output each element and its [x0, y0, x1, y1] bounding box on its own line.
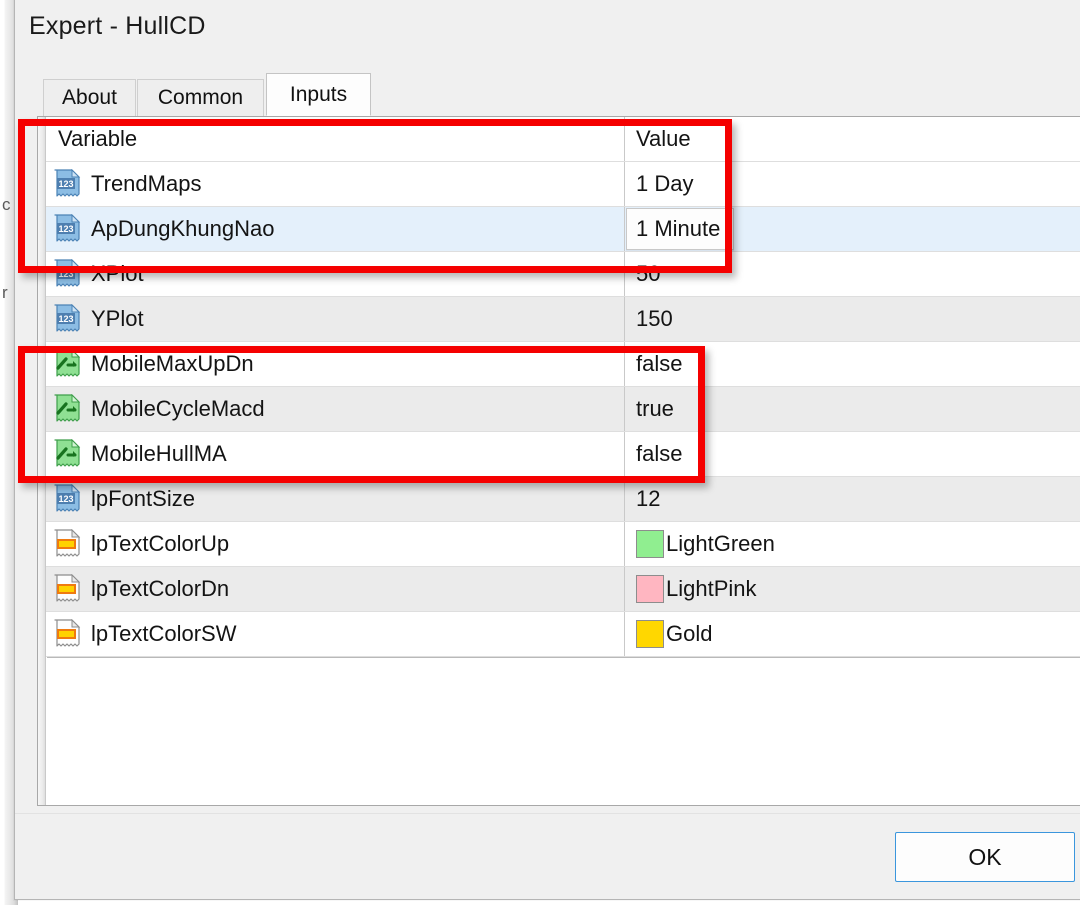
- row-value-label: 150: [636, 306, 673, 331]
- table-row[interactable]: MobileHullMA false: [38, 432, 1080, 477]
- row-variable-label: MobileMaxUpDn: [91, 351, 254, 376]
- svg-text:123: 123: [58, 269, 73, 279]
- boolean-icon: [53, 349, 81, 379]
- row-value-label: Gold: [666, 621, 713, 646]
- row-value-label: false: [636, 351, 683, 376]
- svg-text:123: 123: [58, 314, 73, 324]
- table-row[interactable]: 123 XPlot 50: [38, 252, 1080, 297]
- row-variable-cell[interactable]: MobileMaxUpDn: [47, 342, 625, 386]
- row-variable-label: lpFontSize: [91, 486, 195, 511]
- row-variable-label: YPlot: [91, 306, 144, 331]
- row-variable-cell[interactable]: lpTextColorUp: [47, 522, 625, 566]
- tab-inputs[interactable]: Inputs: [266, 73, 371, 116]
- row-variable-cell[interactable]: lpTextColorSW: [47, 612, 625, 656]
- inputs-grid-body: Variable Value 123 TrendMaps 1 Day 123 A…: [38, 117, 1080, 805]
- column-header-value[interactable]: Value: [626, 117, 1080, 161]
- row-variable-label: MobileCycleMacd: [91, 396, 265, 421]
- row-variable-label: lpTextColorSW: [91, 621, 237, 646]
- color-swatch: [636, 575, 664, 603]
- row-variable-cell[interactable]: 123 XPlot: [47, 252, 625, 296]
- row-variable-label: XPlot: [91, 261, 144, 286]
- table-row[interactable]: 123 lpFontSize 12: [38, 477, 1080, 522]
- row-variable-cell[interactable]: MobileCycleMacd: [47, 387, 625, 431]
- row-value-cell[interactable]: 12: [626, 477, 1080, 521]
- row-value-label: true: [636, 396, 674, 421]
- row-value-label: LightGreen: [666, 531, 775, 556]
- grid-row-gutter: [38, 117, 46, 805]
- row-value-label: 1 Day: [636, 171, 694, 196]
- color-icon: [53, 619, 81, 649]
- dialog-footer: OK: [15, 813, 1080, 899]
- row-variable-cell[interactable]: 123 TrendMaps: [47, 162, 625, 206]
- table-row[interactable]: lpTextColorUp LightGreen: [38, 522, 1080, 567]
- table-row[interactable]: lpTextColorSW Gold: [38, 612, 1080, 657]
- row-variable-label: TrendMaps: [91, 171, 202, 196]
- row-value-cell[interactable]: 50: [626, 252, 1080, 296]
- color-swatch: [636, 530, 664, 558]
- column-header-variable-label: Variable: [58, 126, 138, 151]
- color-icon: [53, 529, 81, 559]
- grid-empty-area: [47, 657, 1080, 805]
- backdrop-text-fragment-1: c: [2, 196, 11, 213]
- dialog-titlebar: Expert - HullCD: [15, 0, 1080, 56]
- number-123-icon: 123: [53, 484, 81, 514]
- row-variable-cell[interactable]: MobileHullMA: [47, 432, 625, 476]
- row-variable-label: ApDungKhungNao: [91, 216, 275, 241]
- svg-text:123: 123: [58, 179, 73, 189]
- tab-bar: About Common Inputs: [25, 73, 1073, 116]
- row-variable-cell[interactable]: lpTextColorDn: [47, 567, 625, 611]
- svg-text:123: 123: [58, 224, 73, 234]
- row-value-label: LightPink: [666, 576, 757, 601]
- row-variable-cell[interactable]: 123 lpFontSize: [47, 477, 625, 521]
- dialog-title: Expert - HullCD: [29, 12, 206, 40]
- boolean-icon: [53, 394, 81, 424]
- value-edit-field[interactable]: 1 Minute: [626, 208, 734, 250]
- row-variable-label: lpTextColorDn: [91, 576, 230, 601]
- value-edit-text: 1 Minute: [636, 216, 721, 241]
- ok-button-label: OK: [968, 843, 1002, 870]
- boolean-icon: [53, 439, 81, 469]
- color-swatch: [636, 620, 664, 648]
- inputs-grid[interactable]: Variable Value 123 TrendMaps 1 Day 123 A…: [37, 116, 1080, 806]
- tab-about[interactable]: About: [43, 79, 136, 116]
- row-value-cell[interactable]: false: [626, 342, 1080, 386]
- number-123-icon: 123: [53, 169, 81, 199]
- column-header-value-label: Value: [636, 126, 691, 151]
- color-icon: [53, 574, 81, 604]
- table-row-selected[interactable]: 123 ApDungKhungNao: [38, 207, 1080, 252]
- table-row[interactable]: 123 YPlot 150: [38, 297, 1080, 342]
- tab-about-label: About: [62, 86, 117, 109]
- row-value-cell[interactable]: 1 Day: [626, 162, 1080, 206]
- row-variable-label: MobileHullMA: [91, 441, 227, 466]
- expert-properties-dialog: Expert - HullCD About Common Inputs Vari…: [14, 0, 1080, 900]
- row-value-cell[interactable]: 150: [626, 297, 1080, 341]
- tab-common-label: Common: [157, 86, 244, 109]
- number-123-icon: 123: [53, 304, 81, 334]
- number-123-icon: 123: [53, 259, 81, 289]
- table-row[interactable]: MobileMaxUpDn false: [38, 342, 1080, 387]
- table-row[interactable]: lpTextColorDn LightPink: [38, 567, 1080, 612]
- tab-inputs-label: Inputs: [289, 82, 348, 106]
- row-value-cell[interactable]: Gold: [626, 612, 1080, 656]
- row-value-label: 12: [636, 486, 661, 511]
- table-row[interactable]: MobileCycleMacd true: [38, 387, 1080, 432]
- row-value-cell[interactable]: LightGreen: [626, 522, 1080, 566]
- column-header-variable[interactable]: Variable: [47, 117, 625, 161]
- grid-header-row: Variable Value: [38, 117, 1080, 162]
- row-value-cell[interactable]: true: [626, 387, 1080, 431]
- table-row[interactable]: 123 TrendMaps 1 Day: [38, 162, 1080, 207]
- backdrop-text-fragment-2: r: [2, 284, 8, 301]
- row-value-cell[interactable]: false: [626, 432, 1080, 476]
- row-variable-cell[interactable]: 123 YPlot: [47, 297, 625, 341]
- row-variable-label: lpTextColorUp: [91, 531, 230, 556]
- ok-button[interactable]: OK: [895, 832, 1075, 882]
- svg-text:123: 123: [58, 494, 73, 504]
- tab-common[interactable]: Common: [137, 79, 264, 116]
- row-value-cell[interactable]: LightPink: [626, 567, 1080, 611]
- row-variable-cell[interactable]: 123 ApDungKhungNao: [47, 207, 625, 251]
- row-value-label: 50: [636, 261, 661, 286]
- row-value-label: false: [636, 441, 683, 466]
- number-123-icon: 123: [53, 214, 81, 244]
